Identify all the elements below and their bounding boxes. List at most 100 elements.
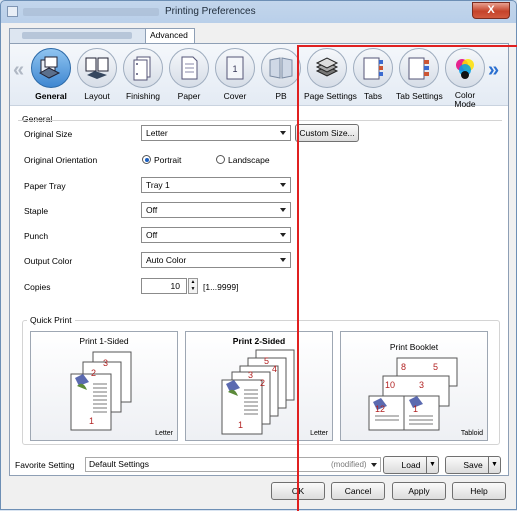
favorite-setting-value: Default Settings [89, 459, 150, 469]
landscape-radio[interactable] [216, 155, 225, 164]
scroll-left-icon[interactable]: « [13, 59, 24, 82]
color-mode-icon [445, 48, 485, 88]
annotation-line-horizontal [297, 45, 517, 47]
close-button[interactable]: X [472, 2, 510, 19]
page-number: 1 [238, 420, 243, 430]
feature-label: Tabs [364, 91, 382, 101]
tab-blurred-label [22, 32, 132, 39]
load-label: Load [401, 460, 421, 470]
punch-select[interactable]: Off [141, 227, 291, 243]
page-number: 2 [260, 378, 265, 388]
finishing-icon [123, 48, 163, 88]
feature-color-mode[interactable]: Color Mode [442, 48, 488, 109]
help-button[interactable]: Help [452, 482, 506, 500]
feature-label: Layout [84, 91, 110, 101]
portrait-radio[interactable] [142, 155, 151, 164]
copies-range: [1...9999] [203, 282, 239, 292]
chevron-down-icon [280, 258, 286, 262]
paper-size-label: Letter [155, 430, 173, 437]
paper-tray-value: Tray 1 [146, 180, 170, 190]
page-number: 5 [264, 356, 269, 366]
page-number: 4 [272, 364, 277, 374]
page-number: 8 [401, 362, 406, 372]
paper-icon [169, 48, 209, 88]
copies-input[interactable]: 10 [141, 278, 187, 294]
printing-preferences-window: Printing Preferences X Advanced « Genera… [0, 0, 517, 511]
one-sided-pages-illustration: 3 2 1 [70, 351, 132, 431]
feature-label: General [35, 91, 67, 101]
load-button[interactable]: Load ▼ [383, 456, 439, 474]
printer-app-icon [7, 6, 18, 17]
booklet-pages-illustration: 8 5 10 3 12 1 [368, 357, 458, 431]
feature-label: Color Mode [454, 90, 476, 109]
original-size-label: Original Size [24, 129, 73, 139]
save-label: Save [463, 460, 483, 470]
copies-spinner[interactable]: ▲ ▼ [188, 278, 198, 294]
chevron-down-icon [280, 183, 286, 187]
staple-select[interactable]: Off [141, 202, 291, 218]
cancel-button[interactable]: Cancel [331, 482, 385, 500]
copies-label: Copies [24, 282, 51, 292]
print-2-sided-button[interactable]: Print 2-Sided 5 4 3 2 1 Letter [185, 331, 333, 441]
feature-layout[interactable]: Layout [74, 48, 120, 101]
save-button[interactable]: Save ▼ [445, 456, 501, 474]
general-icon [31, 48, 71, 88]
feature-general[interactable]: General [28, 48, 74, 101]
feature-tabs[interactable]: Tabs [350, 48, 396, 101]
original-orientation-label: Original Orientation [24, 155, 98, 165]
staple-value: Off [146, 205, 158, 215]
tab-blurred[interactable] [9, 28, 151, 43]
print-booklet-button[interactable]: Print Booklet 8 5 10 3 12 1 Tabloid [340, 331, 488, 441]
chevron-down-icon[interactable] [371, 463, 377, 467]
original-size-select[interactable]: Letter [141, 125, 291, 141]
save-dropdown-icon[interactable]: ▼ [488, 457, 500, 473]
page-number: 3 [103, 358, 108, 368]
feature-label: Cover [223, 91, 247, 101]
page-number: 1 [413, 404, 418, 414]
two-sided-pages-illustration: 5 4 3 2 1 [221, 349, 295, 435]
page-number: 5 [433, 362, 438, 372]
tab-advanced[interactable]: Advanced [145, 28, 195, 43]
output-color-value: Auto Color [146, 255, 187, 265]
feature-page-settings[interactable]: Page Settings [304, 48, 357, 101]
scroll-right-icon[interactable]: » [488, 59, 499, 82]
title-bar[interactable]: Printing Preferences X [1, 1, 516, 23]
blurred-printer-name [23, 8, 159, 16]
output-color-label: Output Color [24, 256, 73, 266]
paper-tray-select[interactable]: Tray 1 [141, 177, 291, 193]
punch-value: Off [146, 230, 158, 240]
print-1-sided-button[interactable]: Print 1-Sided 3 2 1 Letter [30, 331, 178, 441]
custom-size-button[interactable]: Custom Size... [295, 124, 359, 142]
punch-label: Punch [24, 231, 49, 241]
paper-size-label: Letter [310, 430, 328, 437]
original-size-value: Letter [146, 128, 168, 138]
favorite-setting-bar: Favorite Setting Default Settings (modif… [9, 453, 509, 475]
annotation-line-vertical [297, 45, 299, 511]
load-dropdown-icon[interactable]: ▼ [426, 457, 438, 473]
feature-finishing[interactable]: Finishing [120, 48, 166, 101]
tab-settings-icon [399, 48, 439, 88]
page-number: 3 [248, 370, 253, 380]
page-number: 3 [419, 380, 424, 390]
output-color-select[interactable]: Auto Color [141, 252, 291, 268]
perfect-binding-icon [261, 48, 301, 88]
tabs-icon [353, 48, 393, 88]
page-number: 12 [375, 404, 385, 414]
feature-label: Tab Settings [396, 91, 443, 101]
page-number: 2 [91, 368, 96, 378]
feature-label: Finishing [125, 91, 161, 101]
feature-label: Page Settings [304, 91, 357, 101]
modified-status: (modified) [331, 460, 367, 469]
quick-print-label: Quick Print [27, 315, 75, 325]
paper-size-label: Tabloid [460, 430, 483, 437]
feature-icon-bar: « General Layout Finishing Paper 1 Cover… [10, 44, 508, 109]
feature-tab-settings[interactable]: Tab Settings [396, 48, 443, 101]
apply-button[interactable]: Apply [392, 482, 446, 500]
favorite-setting-label: Favorite Setting [15, 460, 75, 470]
feature-label: Paper [177, 91, 201, 101]
window-title: Printing Preferences [165, 6, 256, 17]
advanced-panel: « General Layout Finishing Paper 1 Cover… [9, 43, 509, 476]
chevron-down-icon [280, 233, 286, 237]
feature-cover[interactable]: 1 Cover [212, 48, 258, 101]
feature-paper[interactable]: Paper [166, 48, 212, 101]
